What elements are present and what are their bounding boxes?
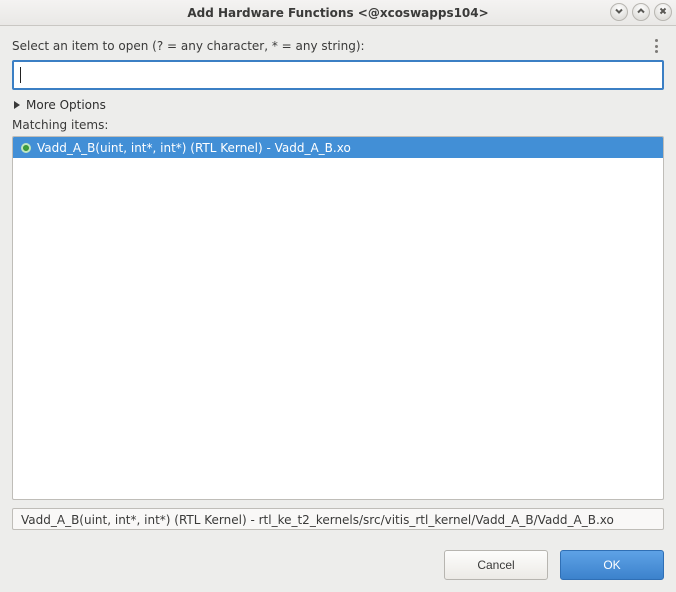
triangle-right-icon	[14, 101, 20, 109]
titlebar-controls	[610, 3, 672, 21]
button-row: Cancel OK	[12, 550, 664, 580]
maximize-button[interactable]	[632, 3, 650, 21]
cancel-button[interactable]: Cancel	[444, 550, 548, 580]
selection-path: Vadd_A_B(uint, int*, int*) (RTL Kernel) …	[12, 508, 664, 530]
more-options-label: More Options	[26, 98, 106, 112]
matching-items-label: Matching items:	[12, 118, 664, 132]
view-menu-icon[interactable]	[648, 38, 664, 54]
close-icon	[658, 5, 668, 19]
status-ok-icon	[21, 143, 31, 153]
matching-items-list[interactable]: Vadd_A_B(uint, int*, int*) (RTL Kernel) …	[12, 136, 664, 500]
select-label-row: Select an item to open (? = any characte…	[12, 38, 664, 54]
list-item[interactable]: Vadd_A_B(uint, int*, int*) (RTL Kernel) …	[13, 137, 663, 158]
chevron-down-icon	[614, 5, 624, 19]
list-item-label: Vadd_A_B(uint, int*, int*) (RTL Kernel) …	[37, 141, 351, 155]
dialog-content: Select an item to open (? = any characte…	[0, 26, 676, 592]
select-item-label: Select an item to open (? = any characte…	[12, 39, 365, 53]
minimize-button[interactable]	[610, 3, 628, 21]
ok-button[interactable]: OK	[560, 550, 664, 580]
filter-input[interactable]	[21, 67, 656, 83]
close-button[interactable]	[654, 3, 672, 21]
more-options-toggle[interactable]: More Options	[12, 98, 664, 112]
filter-input-wrap[interactable]	[12, 60, 664, 90]
window-title: Add Hardware Functions <@xcoswapps104>	[0, 6, 676, 20]
titlebar: Add Hardware Functions <@xcoswapps104>	[0, 0, 676, 26]
chevron-up-icon	[636, 5, 646, 19]
